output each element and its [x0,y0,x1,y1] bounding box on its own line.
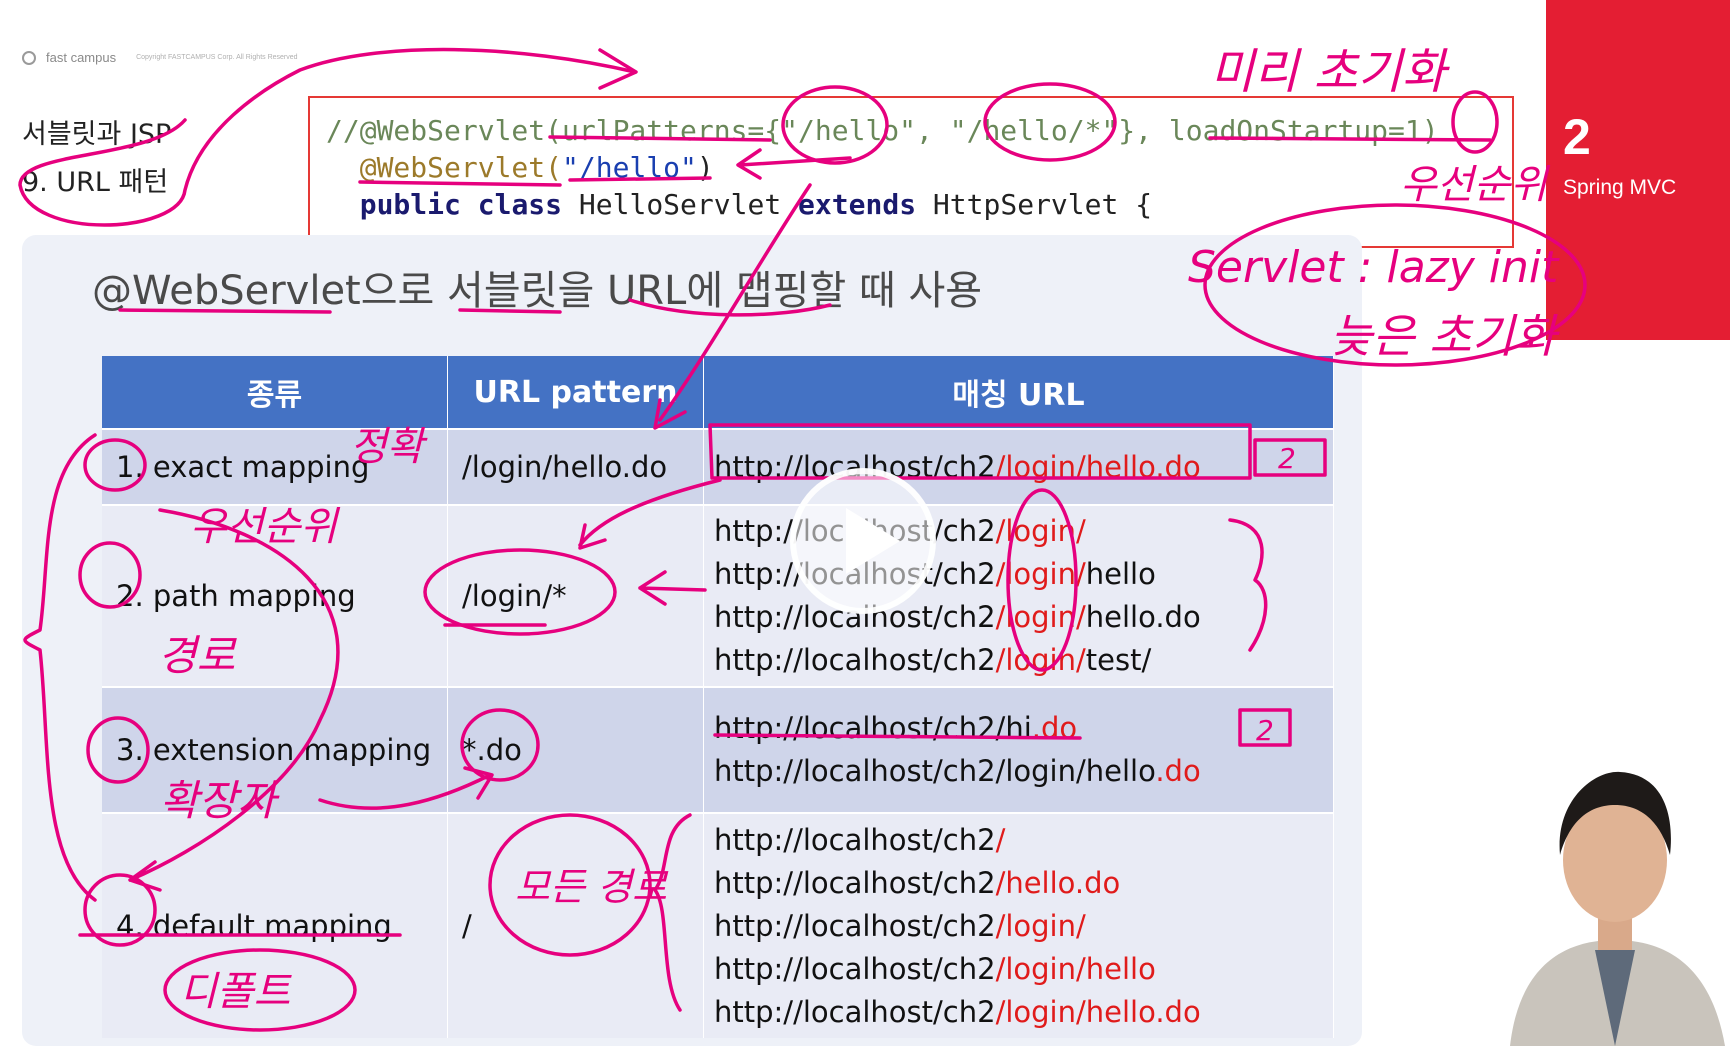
matching-url: http://localhost/ch2/login/hello.do [714,750,1332,793]
matching-urls: http://localhost/ch2/http://localhost/ch… [703,812,1334,1038]
url-match: /login/ [995,908,1086,943]
video-play-button[interactable] [790,468,936,614]
mapping-kind: 2. path mapping [102,504,448,687]
table-row: 3. extension mapping *.do http://localhost… [102,686,1334,813]
fastcampus-logo-icon [22,50,36,65]
url-base: http://localhost/ch2/hi [714,711,1032,745]
mapping-kind: 4. default mapping [102,812,448,1038]
code-annotation: @WebServlet( [359,151,563,184]
mapping-kind: 3. extension mapping [102,686,448,813]
url-rest: hello.do [1085,600,1201,634]
url-base: http://localhost/ch2 [714,951,996,986]
url-match: /login/hello [995,951,1156,986]
matching-url: http://localhost/ch2/login/hello [714,948,1332,991]
mapping-kind: 1. exact mapping [102,428,448,505]
matching-url: http://localhost/ch2/login/hello.do [714,446,1332,489]
code-line-3: public class HelloServlet extends HttpSe… [326,186,1496,223]
table-row: 2. path mapping/login/*http://localhost/… [102,504,1334,687]
ink-arrow-top [598,48,638,90]
url-base: http://localhost/ch2 [714,865,996,900]
header-matching-url: 매칭 URL [703,356,1334,429]
url-pattern: / [447,812,704,1038]
code-line-2: @WebServlet("/hello") [326,149,1496,186]
code-paren: ) [696,151,714,184]
header-pattern: URL pattern [447,356,704,429]
url-match: .do [1155,754,1201,788]
matching-url: http://localhost/ch2/login/hello.do [714,991,1332,1034]
code-keyword-extends: extends [798,188,917,221]
code-keyword-public: public [359,188,461,221]
url-match: / [995,822,1006,857]
url-match: /login/hello.do [995,449,1201,484]
table-row: 4. default mapping / http://localhost/ch2/… [102,812,1334,1038]
breadcrumb-topic: 9. URL 패턴 [22,167,169,198]
url-base: http://localhost/ch2/login/hello [714,754,1156,788]
url-match: /hello.do [995,865,1121,900]
url-pattern: /login/hello.do [447,428,704,505]
note-late-init: 늦은 초기화 [1330,309,1560,363]
matching-url: http://localhost/ch2/login/ [714,905,1332,948]
url-match: /login/ [995,643,1086,677]
matching-urls: http://localhost/ch2/login/hello.do [703,428,1334,505]
header-kind: 종류 [102,356,448,429]
url-match: /login/ [995,514,1086,548]
matching-url: http://localhost/ch2/ [714,819,1332,862]
brand-logo: fast campus Copyright FASTCAMPUS Corp. A… [22,50,298,65]
url-base: http://localhost/ch2 [714,994,996,1029]
url-mapping-table: 종류 URL pattern 매칭 URL 1. exact mapping/l… [102,356,1334,1038]
breadcrumb-section: 서블릿과 JSP [22,119,172,150]
chapter-number: 2 [1563,109,1591,165]
code-keyword-class: class [477,188,563,221]
url-match: /login/hello.do [995,994,1201,1029]
code-superclass: HttpServlet { [932,188,1153,221]
copyright-text: Copyright FASTCAMPUS Corp. All Rights Re… [136,54,298,61]
table-header-row: 종류 URL pattern 매칭 URL [102,356,1334,429]
table-body: 1. exact mapping/login/hello.do http://lo… [102,428,1334,1038]
url-match: /login/ [995,557,1086,591]
matching-url: http://localhost/ch2/hi.do [714,707,1332,750]
chapter-title: Spring MVC [1563,176,1677,199]
url-rest: hello [1085,557,1156,591]
url-pattern: *.do [447,686,704,813]
logo-text: fast campus [46,50,117,65]
slide-subtitle: @WebServlet으로 서블릿을 URL에 맵핑할 때 사용 [92,268,983,314]
note-early-init: 미리 초기화 [1210,44,1450,100]
matching-url: http://localhost/ch2/hello.do [714,862,1332,905]
url-match: /login/ [995,600,1086,634]
chapter-panel [1546,0,1730,340]
code-class-name: HelloServlet [578,188,782,221]
presenter-video [1510,771,1725,1046]
matching-url: http://localhost/ch2/login/hello.do [714,596,1332,639]
url-match: .do [1031,711,1078,745]
url-base: http://localhost/ch2 [714,822,996,857]
code-snippet: //@WebServlet(urlPatterns={"/hello", "/h… [308,96,1514,248]
code-line-1: //@WebServlet(urlPatterns={"/hello", "/h… [326,114,1439,147]
table-row: 1. exact mapping/login/hello.do http://lo… [102,428,1334,505]
url-pattern: /login/* [447,504,704,687]
url-rest: test/ [1085,643,1152,677]
url-base: http://localhost/ch2 [714,908,996,943]
play-icon [846,508,900,574]
matching-url: http://localhost/ch2/login/test/ [714,639,1332,682]
url-base: http://localhost/ch2 [714,643,996,677]
matching-urls: http://localhost/ch2/hi.do http://localho… [703,686,1334,813]
code-string: "/hello" [562,151,697,184]
